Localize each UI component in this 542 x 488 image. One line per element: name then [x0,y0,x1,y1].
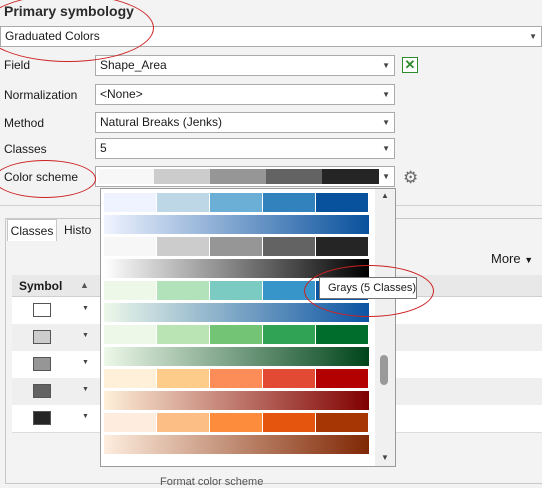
ramp-swatch [263,281,315,300]
ramp-swatch [210,281,262,300]
scroll-thumb[interactable] [380,355,388,385]
ramp-swatch [104,369,156,388]
ramp-swatch [104,237,156,256]
primary-symbology-title: Primary symbology [4,3,134,19]
ramp-swatch [210,169,267,184]
color-ramp-continuous[interactable] [104,391,369,410]
color-ramp-discrete[interactable] [104,369,369,388]
ramp-swatch [157,193,209,212]
color-ramp-discrete[interactable] [104,237,369,256]
ramp-swatch [157,281,209,300]
symbol-swatch[interactable] [33,384,51,398]
method-label: Method [4,116,45,130]
symbology-type-dropdown[interactable]: Graduated Colors ▼ [0,26,542,47]
color-ramp-continuous[interactable] [104,259,369,278]
tab-histogram-label: Histo [64,223,92,237]
ramp-swatch [157,413,209,432]
chevron-down-icon: ▼ [382,172,390,181]
ramp-swatch [210,413,262,432]
selected-color-ramp [98,169,379,184]
scrollbar[interactable]: ▲ ▼ [375,189,395,466]
symbol-column-header[interactable]: Symbol [19,279,62,293]
ramp-swatch [266,169,323,184]
normalization-label: Normalization [4,88,78,102]
ramp-swatch [316,413,368,432]
field-value: Shape_Area [100,58,167,72]
ramp-swatch [104,325,156,344]
color-scheme-list[interactable]: ▲ ▼ [100,188,396,467]
ramp-swatch [210,193,262,212]
color-scheme-tooltip: Grays (5 Classes) [319,277,417,299]
normalization-value: <None> [100,87,143,101]
sort-arrow-icon: ▲ [80,280,89,290]
field-dropdown[interactable]: Shape_Area ▼ [95,55,395,76]
chevron-down-icon: ▼ [529,32,537,41]
field-label: Field [4,58,31,72]
ramp-swatch [157,325,209,344]
ramp-swatch [157,369,209,388]
color-ramp-continuous[interactable] [104,347,369,366]
ramp-swatch [263,193,315,212]
classes-label: Classes [4,142,47,156]
ramp-swatch [316,369,368,388]
ramp-swatch [316,237,368,256]
chevron-down-icon: ▼ [382,90,390,99]
ramp-swatch [104,193,156,212]
ramp-swatch [210,369,262,388]
method-value: Natural Breaks (Jenks) [100,115,223,129]
ramp-swatch [157,237,209,256]
symbol-swatch[interactable] [33,411,51,425]
ramp-swatch [316,325,368,344]
scroll-up-icon[interactable]: ▲ [381,191,389,200]
ramp-swatch [322,169,379,184]
ramp-swatch [210,325,262,344]
ramp-swatch [98,169,155,184]
chevron-down-icon[interactable]: ▼ [82,386,89,393]
tab-classes[interactable]: Classes [7,219,57,241]
color-ramp-continuous[interactable] [104,303,369,322]
ramp-swatch [316,193,368,212]
symbol-swatch[interactable] [33,357,51,371]
chevron-down-icon: ▼ [524,255,534,265]
symbol-swatch[interactable] [33,330,51,344]
ramp-swatch [154,169,211,184]
ramp-swatch [263,325,315,344]
ramp-swatch [210,237,262,256]
tab-classes-label: Classes [10,224,54,238]
classes-value: 5 [100,141,107,155]
color-scheme-label: Color scheme [4,170,79,184]
format-color-scheme-link[interactable]: Format color scheme [160,476,263,488]
normalization-dropdown[interactable]: <None> ▼ [95,84,395,105]
tab-histogram[interactable]: Histo [60,219,102,241]
scroll-down-icon[interactable]: ▼ [381,453,389,462]
ramp-swatch [104,413,156,432]
ramp-swatch [263,237,315,256]
method-dropdown[interactable]: Natural Breaks (Jenks) ▼ [95,112,395,133]
color-ramp-continuous[interactable] [104,435,369,454]
chevron-down-icon[interactable]: ▼ [82,359,89,366]
color-scheme-dropdown[interactable]: ▼ [95,166,395,187]
more-label: More [491,251,521,266]
chevron-down-icon[interactable]: ▼ [82,332,89,339]
gear-icon[interactable]: ⚙ [403,168,418,188]
color-ramp-discrete[interactable] [104,413,369,432]
symbology-type-value: Graduated Colors [5,29,100,43]
ramp-swatch [263,369,315,388]
chevron-down-icon: ▼ [382,61,390,70]
ramp-swatch [263,413,315,432]
color-ramp-discrete[interactable] [104,325,369,344]
chevron-down-icon: ▼ [382,144,390,153]
more-menu-button[interactable]: More ▼ [491,251,533,266]
chevron-down-icon[interactable]: ▼ [82,413,89,420]
color-ramp-continuous[interactable] [104,215,369,234]
expression-icon[interactable]: ✕ [402,57,418,73]
chevron-down-icon: ▼ [382,118,390,127]
chevron-down-icon[interactable]: ▼ [82,305,89,312]
symbol-swatch[interactable] [33,303,51,317]
classes-dropdown[interactable]: 5 ▼ [95,138,395,159]
ramp-swatch [104,281,156,300]
color-ramp-discrete[interactable] [104,193,369,212]
